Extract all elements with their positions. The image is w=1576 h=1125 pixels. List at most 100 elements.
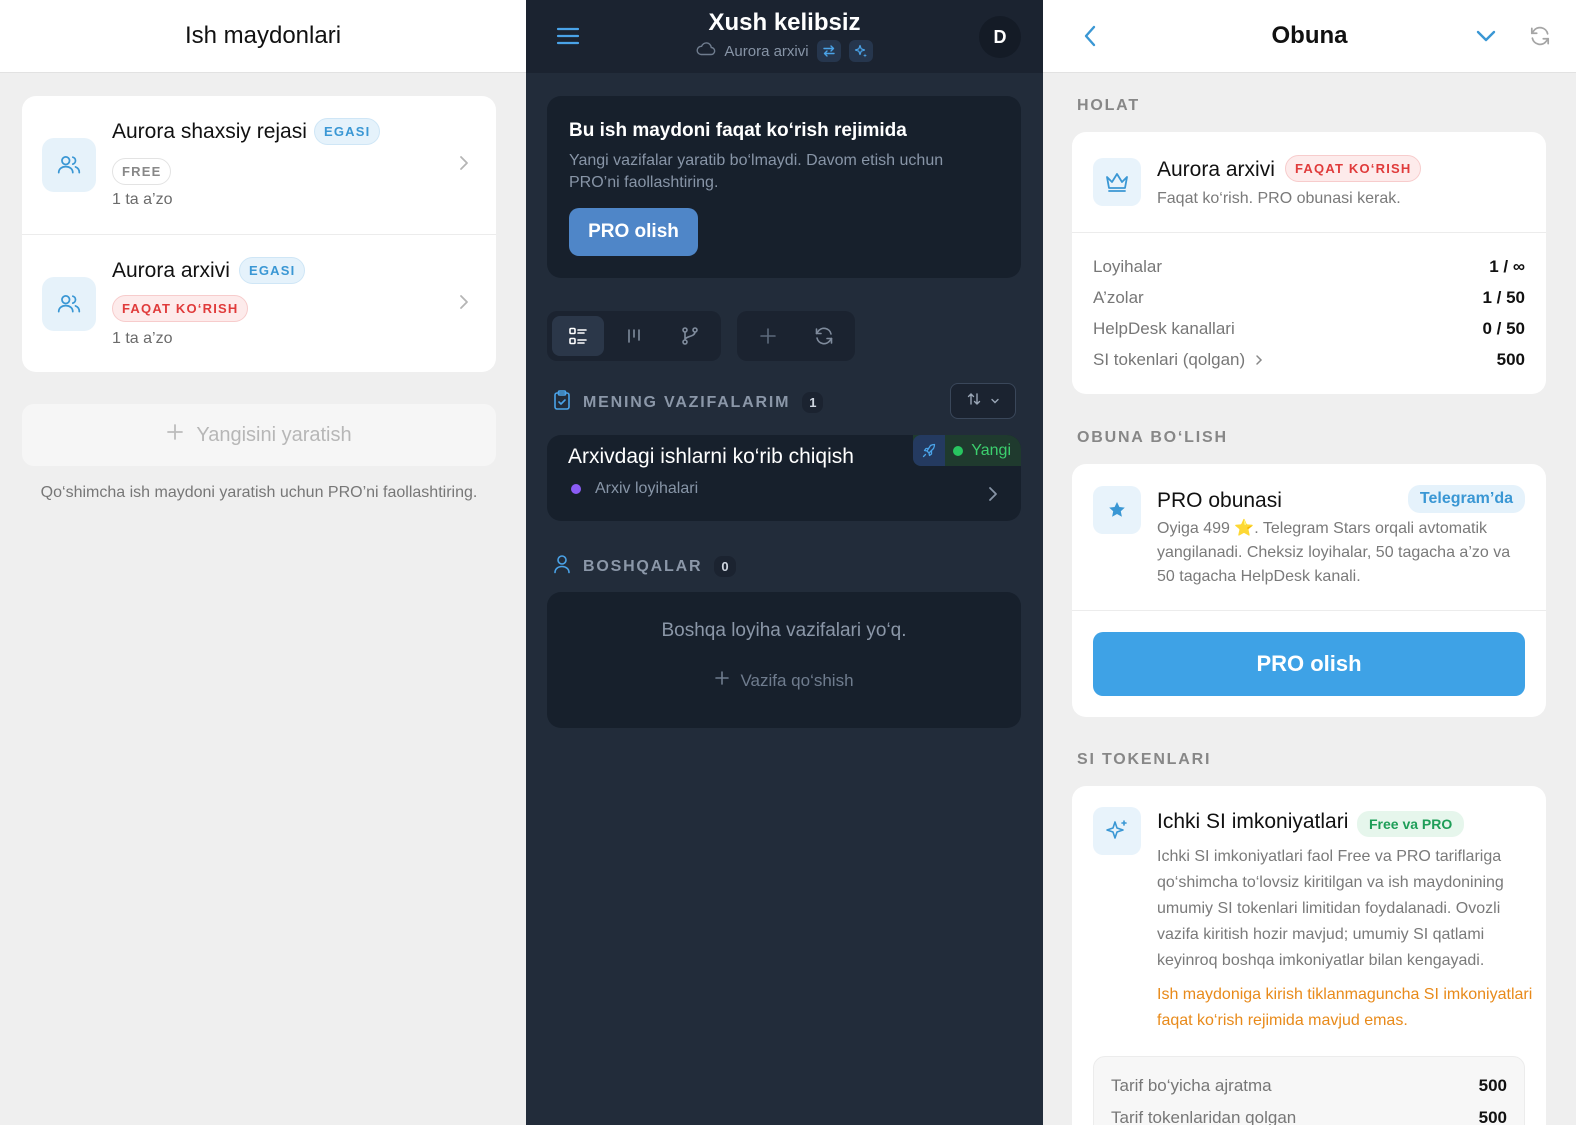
empty-state-text: Boshqa loyiha vazifalari yo‘q.	[661, 620, 907, 641]
allocation-row: Tarif tokenlaridan qolgan 500	[1111, 1108, 1507, 1125]
add-task-label: Vazifa qo‘shish	[740, 670, 854, 690]
limit-value: 1 / 50	[1482, 288, 1525, 307]
get-pro-button[interactable]: PRO olish	[1093, 632, 1525, 696]
task-title: Arxivdagi ishlarni ko‘rib chiqish	[568, 445, 854, 468]
task-card[interactable]: Arxivdagi ishlarni ko‘rib chiqish Arxiv …	[547, 435, 1021, 521]
workspace-switcher[interactable]: Aurora arxivi	[526, 40, 1043, 62]
workspace-item-archive[interactable]: Aurora arxivi EGASI FAQAT KO‘RISH 1 ta a…	[22, 234, 496, 372]
flow-view-tab[interactable]	[664, 316, 716, 356]
crown-icon	[1093, 158, 1141, 206]
readonly-banner: Bu ish maydoni faqat ko‘rish rejimida Ya…	[547, 96, 1021, 278]
subscription-panel: Obuna HOLAT Aurora arxivi FAQAT KO‘RISH …	[1043, 0, 1576, 1125]
chevron-right-icon	[1256, 355, 1263, 365]
others-empty-card: Boshqa loyiha vazifalari yo‘q. Vazifa qo…	[547, 592, 1021, 728]
subscription-header: Obuna	[1043, 0, 1576, 73]
readonly-badge: FAQAT KO‘RISH	[112, 295, 249, 322]
status-label: Yangi	[971, 441, 1011, 459]
status-badge: Yangi	[913, 435, 1021, 466]
home-panel: Xush kelibsiz Aurora arxivi D Bu ish may…	[526, 0, 1043, 1125]
status-dot	[953, 445, 964, 456]
list-view-tab[interactable]	[552, 316, 604, 356]
clipboard-icon	[553, 389, 571, 416]
chevron-down-icon[interactable]	[1474, 24, 1498, 53]
role-badge: EGASI	[239, 257, 306, 284]
ai-features-desc: Ichki SI imkoniyatlari faol Free va PRO …	[1157, 848, 1504, 969]
limit-value: 1 / ∞	[1489, 257, 1525, 276]
status-section-label: HOLAT	[1077, 97, 1140, 114]
ai-features-name: Ichki SI imkoniyatlari	[1157, 810, 1349, 833]
divider	[1072, 610, 1546, 611]
avatar[interactable]: D	[979, 16, 1021, 58]
plus-icon[interactable]	[742, 316, 794, 356]
workspaces-header: Ish maydonlari	[0, 0, 526, 73]
readonly-title: Bu ish maydoni faqat ko‘rish rejimida	[569, 120, 907, 141]
cloud-icon	[696, 42, 716, 60]
chevron-right-icon	[458, 154, 470, 177]
switch-icon[interactable]	[816, 40, 841, 62]
workspaces-title: Ish maydonlari	[184, 22, 342, 49]
limit-value: 500	[1496, 350, 1525, 369]
limit-label: HelpDesk kanallari	[1093, 319, 1235, 338]
chevron-down-icon	[990, 392, 1000, 410]
token-allocation-box: Tarif bo‘yicha ajratma 500 Tarif tokenla…	[1093, 1056, 1525, 1125]
rocket-icon	[913, 435, 946, 466]
readonly-badge: FAQAT KO‘RISH	[1285, 155, 1422, 182]
workspaces-panel: Ish maydonlari Aurora shaxsiy rejasi EGA…	[0, 0, 526, 1125]
allocation-value: 500	[1478, 1108, 1507, 1125]
refresh-icon[interactable]	[1528, 24, 1552, 53]
telegram-badge: Telegram’da	[1407, 485, 1525, 513]
pro-plan-name: PRO obunasi	[1157, 489, 1282, 512]
tokens-section-label: SI TOKENLARI	[1077, 751, 1212, 768]
ai-features-card: Ichki SI imkoniyatlari Free va PRO Ichki…	[1072, 786, 1546, 1125]
action-group	[737, 311, 855, 361]
add-task-button[interactable]: Vazifa qo‘shish	[547, 670, 1021, 691]
member-count: 1 ta a’zo	[112, 330, 173, 347]
plan-badge: FREE	[112, 158, 172, 185]
refresh-icon[interactable]	[798, 316, 850, 356]
limit-row: HelpDesk kanallari 0 / 50	[1093, 319, 1525, 339]
board-view-tab[interactable]	[608, 316, 660, 356]
workspace-name: Aurora shaxsiy rejasi	[112, 120, 307, 143]
allocation-label: Tarif bo‘yicha ajratma	[1111, 1076, 1272, 1095]
ai-tokens-row[interactable]: SI tokenlari (qolgan) 500	[1093, 350, 1525, 370]
user-icon	[553, 554, 571, 579]
sort-button[interactable]	[950, 383, 1016, 419]
users-icon	[42, 277, 96, 331]
plus-icon	[166, 423, 184, 447]
workspace-list: Aurora shaxsiy rejasi EGASI FREE 1 ta a’…	[22, 96, 496, 372]
chevron-right-icon	[458, 293, 470, 316]
member-count: 1 ta a’zo	[112, 191, 173, 208]
create-hint: Qo‘shimcha ish maydoni yaratish uchun PR…	[40, 484, 478, 501]
star-icon	[1093, 486, 1141, 534]
sparkle-icon[interactable]	[848, 40, 873, 62]
current-workspace-name: Aurora arxivi	[724, 42, 809, 60]
users-icon	[42, 138, 96, 192]
pro-plan-card: PRO obunasi Telegram’da Oyiga 499 ⭐. Tel…	[1072, 464, 1546, 717]
workspace-name: Aurora arxivi	[1157, 158, 1275, 181]
project-color-dot	[571, 484, 581, 494]
ai-tokens-link[interactable]: SI tokenlari (qolgan)	[1093, 350, 1263, 370]
status-card: Aurora arxivi FAQAT KO‘RISH Faqat ko‘ris…	[1072, 132, 1546, 394]
task-project-name: Arxiv loyihalari	[595, 480, 699, 497]
limit-value: 0 / 50	[1482, 319, 1525, 338]
workspace-name: Aurora arxivi	[112, 259, 230, 282]
get-pro-button[interactable]: PRO olish	[569, 208, 698, 256]
create-workspace-button[interactable]: Yangisini yaratish	[22, 404, 496, 466]
pro-plan-desc: Oyiga 499 ⭐. Telegram Stars orqali avtom…	[1157, 520, 1511, 585]
task-project: Arxiv loyihalari	[571, 480, 698, 498]
allocation-row: Tarif bo‘yicha ajratma 500	[1111, 1076, 1507, 1096]
others-label: BOSHQALAR	[583, 557, 703, 575]
others-heading: BOSHQALAR 0	[553, 554, 736, 579]
sparkle-icon	[1093, 807, 1141, 855]
home-header: Xush kelibsiz Aurora arxivi D	[526, 0, 1043, 73]
sort-icon	[966, 391, 982, 412]
home-title: Xush kelibsiz	[708, 9, 861, 36]
limit-label: A’zolar	[1093, 288, 1144, 307]
my-tasks-label: MENING VAZIFALARIM	[583, 393, 791, 411]
plus-icon	[714, 670, 730, 691]
status-desc: Faqat ko‘rish. PRO obunasi kerak.	[1157, 190, 1401, 207]
workspace-item-personal[interactable]: Aurora shaxsiy rejasi EGASI FREE 1 ta a’…	[22, 96, 496, 234]
allocation-value: 500	[1478, 1076, 1507, 1095]
others-count: 0	[714, 556, 736, 577]
limit-row: Loyihalar 1 / ∞	[1093, 257, 1525, 277]
